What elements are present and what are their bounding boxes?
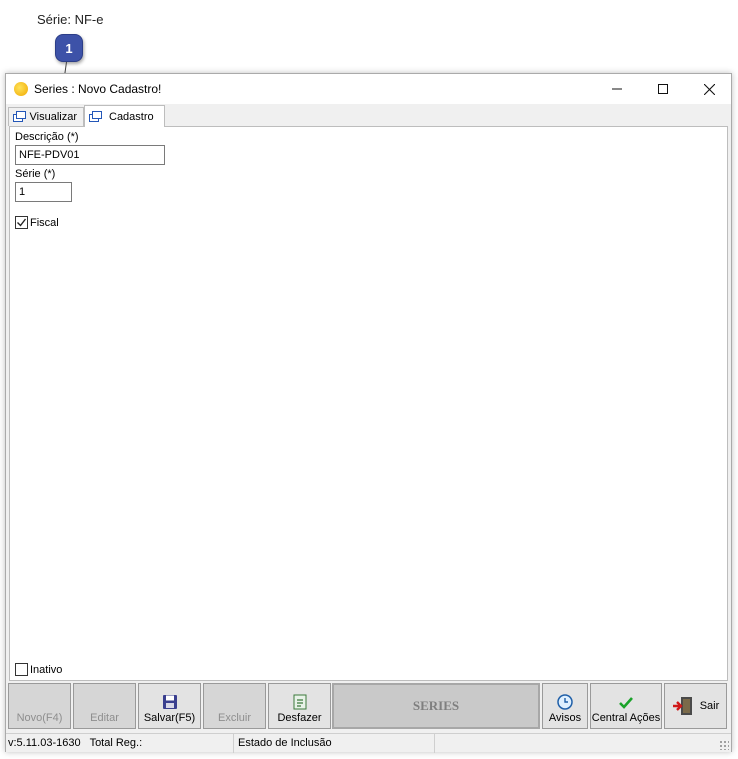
status-version-total: v:5.11.03-1630 Total Reg.: [6, 734, 234, 753]
minimize-button[interactable] [594, 74, 640, 104]
salvar-button[interactable]: Salvar(F5) [138, 683, 201, 729]
close-button[interactable] [686, 74, 732, 104]
step-callout-badge: 1 [55, 34, 83, 62]
excluir-button[interactable]: Excluir [203, 683, 266, 729]
checkmark-green-icon [619, 697, 633, 709]
estado-text: Estado de Inclusão [238, 737, 332, 749]
resize-grip-icon[interactable] [719, 740, 729, 750]
sun-icon [14, 82, 28, 96]
sair-button[interactable]: Sair [664, 683, 727, 729]
floppy-disk-icon [162, 695, 177, 709]
novo-label: Novo(F4) [16, 712, 63, 724]
maximize-icon [658, 84, 668, 94]
central-acoes-label: Central Ações [591, 712, 661, 724]
exit-door-icon [672, 697, 692, 715]
module-banner: SERIES [332, 683, 540, 729]
avisos-button[interactable]: Avisos [542, 683, 588, 729]
tab-strip: Visualizar Cadastro [6, 105, 731, 127]
tab-cadastro[interactable]: Cadastro [84, 105, 165, 127]
serie-input[interactable]: 1 [15, 182, 72, 202]
tab-label: Visualizar [29, 111, 78, 123]
central-acoes-button[interactable]: Central Ações [590, 683, 662, 729]
window-icon [13, 111, 26, 123]
inativo-checkbox[interactable]: Inativo [15, 663, 62, 676]
checkbox-box[interactable] [15, 663, 28, 676]
editar-button[interactable]: Editar [73, 683, 136, 729]
salvar-label: Salvar(F5) [143, 712, 196, 724]
tab-visualizar[interactable]: Visualizar [8, 107, 84, 126]
status-bar: v:5.11.03-1630 Total Reg.: Estado de Inc… [6, 733, 731, 753]
minimize-icon [612, 88, 622, 90]
window-icon [89, 110, 103, 123]
status-estado: Estado de Inclusão [236, 734, 435, 753]
total-reg-text: Total Reg.: [89, 737, 143, 749]
descricao-label: Descrição (*) [15, 131, 79, 143]
avisos-label: Avisos [548, 712, 582, 724]
window-title: Series : Novo Cadastro! [34, 82, 162, 96]
checkbox-box[interactable] [15, 216, 28, 229]
title-bar[interactable]: Series : Novo Cadastro! [6, 74, 731, 104]
novo-button[interactable]: Novo(F4) [8, 683, 71, 729]
action-toolbar: Novo(F4) Editar Salvar(F5) Excluir Desfa… [6, 683, 731, 731]
sair-label: Sair [699, 700, 720, 712]
app-window: Series : Novo Cadastro! Visualizar Cadas… [5, 73, 732, 753]
maximize-button[interactable] [640, 74, 686, 104]
fiscal-label: Fiscal [30, 216, 59, 229]
cadastro-panel: Descrição (*) NFE-PDV01 Série (*) 1 Fisc… [9, 126, 728, 681]
checkmark-icon [17, 218, 27, 227]
descricao-input[interactable]: NFE-PDV01 [15, 145, 165, 165]
alarm-clock-icon [557, 694, 573, 710]
desfazer-button[interactable]: Desfazer [268, 683, 331, 729]
inativo-label: Inativo [30, 663, 63, 676]
tab-label: Cadastro [109, 110, 154, 123]
serie-label: Série (*) [15, 168, 56, 180]
close-icon [703, 83, 715, 95]
desfazer-label: Desfazer [277, 712, 322, 724]
excluir-label: Excluir [217, 712, 251, 724]
fiscal-checkbox[interactable]: Fiscal [15, 216, 59, 229]
doc-caption: Série: NF-e [37, 12, 104, 27]
undo-document-icon [293, 694, 306, 710]
editar-label: Editar [90, 712, 119, 724]
version-text: v:5.11.03-1630 [8, 737, 81, 749]
